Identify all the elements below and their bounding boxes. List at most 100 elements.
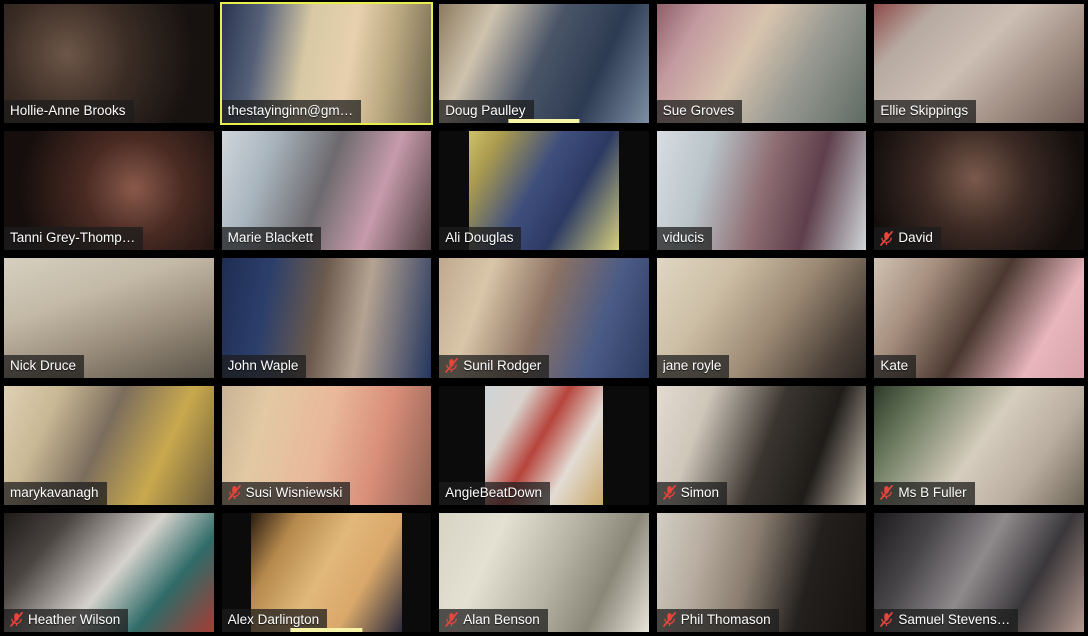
participant-tile[interactable]: Samuel Stevens… xyxy=(874,512,1084,632)
participant-name: viducis xyxy=(662,230,705,246)
participant-name: Alex Darlington xyxy=(227,611,320,627)
participant-cell: Phil Thomason xyxy=(652,508,871,636)
participant-name-label: Simon xyxy=(656,481,728,505)
participant-name-label: Phil Thomason xyxy=(656,608,779,632)
participant-name: Tanni Grey-Thomp… xyxy=(10,230,136,246)
audio-activity-bar xyxy=(290,627,363,632)
microphone-muted-icon xyxy=(10,612,23,628)
participant-cell: Hollie-Anne Brooks xyxy=(0,0,218,128)
participant-name-label: Kate xyxy=(874,354,917,378)
participant-tile[interactable]: Ellie Skippings xyxy=(874,4,1084,124)
participant-tile[interactable]: marykavanagh xyxy=(4,385,214,505)
participant-tile[interactable]: Sunil Rodger xyxy=(439,258,649,378)
participant-tile[interactable]: Tanni Grey-Thomp… xyxy=(4,131,214,251)
participant-tile[interactable]: Ms B Fuller xyxy=(874,385,1084,505)
participant-cell: Ali Douglas xyxy=(435,127,653,255)
participant-name: Nick Druce xyxy=(10,357,77,373)
participant-name-label: Ali Douglas xyxy=(439,227,522,251)
microphone-muted-icon xyxy=(880,230,894,246)
microphone-muted-icon xyxy=(662,612,676,628)
participant-name-label: Sunil Rodger xyxy=(439,354,550,378)
participant-tile[interactable]: viducis xyxy=(656,131,867,251)
participant-name: David xyxy=(898,230,933,246)
participant-tile[interactable]: Alan Benson xyxy=(439,512,649,632)
participant-name-label: Ellie Skippings xyxy=(874,100,977,124)
participant-name: marykavanagh xyxy=(10,484,99,500)
participant-name: thestayinginn@gm… xyxy=(227,103,354,119)
participant-name: Sunil Rodger xyxy=(463,357,542,373)
participant-name-label: Tanni Grey-Thomp… xyxy=(4,227,144,251)
participant-cell: Alan Benson xyxy=(435,508,653,636)
participant-name-label: viducis xyxy=(656,227,713,251)
participant-tile[interactable]: Ali Douglas xyxy=(439,131,649,251)
participant-name: Alan Benson xyxy=(463,611,540,627)
participant-tile[interactable]: Hollie-Anne Brooks xyxy=(4,4,214,124)
participant-cell: Sue Groves xyxy=(652,0,871,128)
participant-cell: thestayinginn@gm… xyxy=(217,0,436,128)
participant-name: Ellie Skippings xyxy=(880,103,969,119)
participant-name-label: David xyxy=(874,227,941,251)
participant-tile[interactable]: Nick Druce xyxy=(4,258,214,378)
participant-cell: AngieBeatDown xyxy=(435,381,653,509)
participant-cell: Alex Darlington xyxy=(217,508,436,636)
participant-tile[interactable]: Marie Blackett xyxy=(221,131,432,251)
participant-cell: Tanni Grey-Thomp… xyxy=(0,127,218,255)
participant-cell: Susi Wisniewski xyxy=(217,381,436,509)
participant-name: Kate xyxy=(880,357,909,373)
video-call-gallery: Hollie-Anne Brooks thestayinginn@gm… Doug … xyxy=(0,0,1088,636)
participant-cell: Simon xyxy=(652,381,871,509)
participant-name: John Waple xyxy=(227,357,299,373)
participant-cell: Marie Blackett xyxy=(217,127,436,255)
participant-tile[interactable]: jane royle xyxy=(656,258,867,378)
microphone-muted-icon xyxy=(662,485,676,501)
participant-name-label: marykavanagh xyxy=(4,481,107,505)
participant-name-label: Nick Druce xyxy=(4,354,85,378)
participant-cell: viducis xyxy=(652,127,871,255)
participant-name: Samuel Stevens… xyxy=(898,611,1011,627)
participant-name-label: AngieBeatDown xyxy=(439,481,551,505)
participant-tile[interactable]: Doug Paulley xyxy=(439,4,649,124)
participant-name: Ali Douglas xyxy=(445,230,514,246)
participant-cell: Sunil Rodger xyxy=(435,254,653,382)
participant-name-label: Sue Groves xyxy=(656,100,743,124)
participant-name: Susi Wisniewski xyxy=(245,484,343,500)
participant-name-label: jane royle xyxy=(656,354,730,378)
participant-grid: Hollie-Anne Brooks thestayinginn@gm… Doug … xyxy=(0,0,1088,636)
participant-tile[interactable]: Phil Thomason xyxy=(656,512,867,632)
participant-cell: Heather Wilson xyxy=(0,508,218,636)
participant-name: Doug Paulley xyxy=(445,103,526,119)
participant-name-label: Samuel Stevens… xyxy=(874,608,1019,632)
participant-tile[interactable]: Susi Wisniewski xyxy=(221,385,432,505)
participant-tile[interactable]: John Waple xyxy=(221,258,432,378)
participant-name: jane royle xyxy=(662,357,722,373)
participant-tile[interactable]: Alex Darlington xyxy=(221,512,432,632)
microphone-muted-icon xyxy=(880,612,894,628)
participant-tile[interactable]: AngieBeatDown xyxy=(439,385,649,505)
microphone-muted-icon xyxy=(445,612,459,628)
participant-cell: Kate xyxy=(870,254,1088,382)
participant-name-label: Susi Wisniewski xyxy=(221,481,351,505)
participant-name-label: Marie Blackett xyxy=(221,227,322,251)
participant-tile[interactable]: Heather Wilson xyxy=(4,512,214,632)
participant-name-label: Hollie-Anne Brooks xyxy=(4,100,134,124)
microphone-muted-icon xyxy=(445,358,459,373)
participant-name-label: thestayinginn@gm… xyxy=(221,100,362,124)
participant-name: Simon xyxy=(680,484,720,500)
microphone-muted-icon xyxy=(227,485,241,501)
participant-name: AngieBeatDown xyxy=(445,484,543,500)
participant-cell: jane royle xyxy=(652,254,871,382)
participant-tile[interactable]: thestayinginn@gm… xyxy=(219,1,434,126)
participant-tile[interactable]: Simon xyxy=(656,385,867,505)
participant-cell: Doug Paulley xyxy=(435,0,653,128)
participant-cell: Samuel Stevens… xyxy=(870,508,1088,636)
participant-name: Heather Wilson xyxy=(28,611,121,627)
participant-tile[interactable]: Kate xyxy=(874,258,1084,378)
participant-name: Sue Groves xyxy=(662,103,735,119)
participant-cell: David xyxy=(870,127,1088,255)
participant-tile[interactable]: David xyxy=(874,131,1084,251)
participant-name-label: Heather Wilson xyxy=(4,608,129,632)
participant-tile[interactable]: Sue Groves xyxy=(656,4,867,124)
participant-cell: marykavanagh xyxy=(0,381,218,509)
participant-name-label: Alan Benson xyxy=(439,608,548,632)
participant-name: Marie Blackett xyxy=(227,230,314,246)
